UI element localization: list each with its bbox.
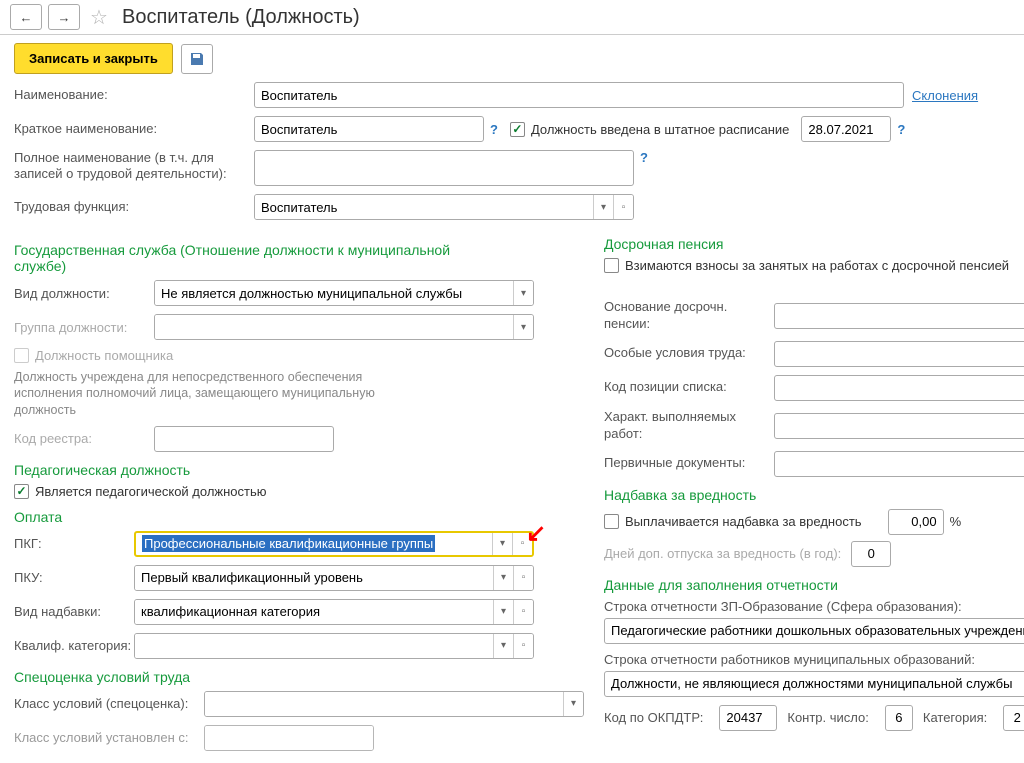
- bonus-type-label: Вид надбавки:: [14, 604, 134, 619]
- harm-value-input[interactable]: [888, 509, 944, 535]
- floppy-icon: [189, 51, 205, 67]
- open-button[interactable]: ▫: [513, 600, 533, 624]
- report-section-title: Данные для заполнения отчетности: [604, 577, 1024, 593]
- dropdown-button[interactable]: ▾: [563, 692, 583, 716]
- harm-days-input[interactable]: [851, 541, 891, 567]
- func-label: Трудовая функция:: [14, 199, 254, 215]
- staff-date-input[interactable]: [801, 116, 891, 142]
- full-name-label: Полное наименование (в т.ч. для записей …: [14, 150, 254, 181]
- pension-basis-input[interactable]: [774, 303, 1024, 329]
- declension-link[interactable]: Склонения: [912, 88, 978, 103]
- position-group-label: Группа должности:: [14, 320, 154, 335]
- cat-label: Категория:: [923, 710, 987, 725]
- spec-date-input[interactable]: [205, 726, 374, 750]
- ped-checkbox[interactable]: ✓: [14, 484, 29, 499]
- pension-code-label: Код позиции списка:: [604, 379, 774, 396]
- open-button[interactable]: ▫: [512, 533, 532, 555]
- helper-checkbox: [14, 348, 29, 363]
- open-button[interactable]: ▫: [613, 195, 633, 219]
- zp-label: Строка отчетности ЗП-Образование (Сфера …: [604, 599, 1024, 614]
- gov-section-title: Государственная служба (Отношение должно…: [14, 242, 494, 274]
- help-icon-3[interactable]: ?: [640, 150, 648, 165]
- qual-cat-label: Квалиф. категория:: [14, 638, 134, 653]
- favorite-star-icon[interactable]: ☆: [86, 4, 112, 30]
- mun-label: Строка отчетности работников муниципальн…: [604, 652, 1024, 667]
- staff-checkbox[interactable]: ✓: [510, 122, 525, 137]
- pku-input[interactable]: [135, 566, 493, 590]
- zp-input[interactable]: [604, 618, 1024, 644]
- staff-label: Должность введена в штатное расписание: [531, 122, 789, 137]
- dropdown-button[interactable]: ▾: [513, 281, 533, 305]
- form-title: Воспитатель (Должность): [122, 6, 360, 29]
- mun-input[interactable]: [604, 671, 1024, 697]
- pension-checkbox[interactable]: [604, 258, 619, 273]
- harm-days-label: Дней доп. отпуска за вредность (в год):: [604, 546, 841, 561]
- spec-section-title: Спецоценка условий труда: [14, 669, 584, 685]
- pension-cb-label: Взимаются взносы за занятых на работах с…: [625, 258, 1009, 273]
- okpdtr-input[interactable]: [719, 705, 777, 731]
- pku-label: ПКУ:: [14, 570, 134, 585]
- dropdown-button[interactable]: ▾: [593, 195, 613, 219]
- dropdown-button[interactable]: ▾: [513, 315, 533, 339]
- pension-cond-input[interactable]: [774, 341, 1024, 367]
- pct-label: %: [950, 514, 962, 529]
- dropdown-button[interactable]: ▾: [492, 533, 512, 555]
- harm-checkbox[interactable]: [604, 514, 619, 529]
- spec-class-label: Класс условий (спецоценка):: [14, 696, 204, 711]
- registry-input[interactable]: [154, 426, 334, 452]
- open-button[interactable]: ▫: [513, 634, 533, 658]
- forward-button[interactable]: →: [48, 4, 80, 30]
- registry-label: Код реестра:: [14, 431, 154, 446]
- help-icon-2[interactable]: ?: [897, 122, 905, 137]
- save-and-close-button[interactable]: Записать и закрыть: [14, 43, 173, 74]
- pension-cond-label: Особые условия труда:: [604, 345, 774, 362]
- helper-label: Должность помощника: [35, 348, 173, 363]
- bonus-type-input[interactable]: [135, 600, 493, 624]
- pension-code-input[interactable]: [774, 375, 1024, 401]
- pay-section-title: Оплата: [14, 509, 584, 525]
- func-input[interactable]: [255, 195, 593, 219]
- open-button[interactable]: ▫: [513, 566, 533, 590]
- ped-label: Является педагогической должностью: [35, 484, 267, 499]
- save-button[interactable]: [181, 44, 213, 74]
- spec-class-input[interactable]: [205, 692, 563, 716]
- full-name-input[interactable]: [254, 150, 634, 186]
- pkg-label: ПКГ:: [14, 536, 134, 551]
- ctrl-label: Контр. число:: [787, 710, 869, 725]
- position-group-input[interactable]: [155, 315, 513, 339]
- pension-work-label: Характ. выполняемых работ:: [604, 409, 774, 443]
- position-type-label: Вид должности:: [14, 286, 154, 301]
- helper-note: Должность учреждена для непосредственног…: [14, 369, 434, 418]
- name-input[interactable]: [254, 82, 904, 108]
- harm-cb-label: Выплачивается надбавка за вредность: [625, 514, 862, 529]
- qual-cat-input[interactable]: [135, 634, 493, 658]
- spec-date-label: Класс условий установлен с:: [14, 730, 204, 745]
- pension-section-title: Досрочная пенсия: [604, 236, 1024, 252]
- dropdown-button[interactable]: ▾: [493, 634, 513, 658]
- back-button[interactable]: ←: [10, 4, 42, 30]
- dropdown-button[interactable]: ▾: [493, 566, 513, 590]
- name-label: Наименование:: [14, 87, 254, 103]
- cat-input[interactable]: [1003, 705, 1024, 731]
- position-type-input[interactable]: [155, 281, 513, 305]
- pension-docs-input[interactable]: [774, 451, 1024, 477]
- short-name-label: Краткое наименование:: [14, 121, 254, 137]
- harm-section-title: Надбавка за вредность: [604, 487, 1024, 503]
- pension-basis-label: Основание досрочн. пенсии:: [604, 299, 774, 333]
- okpdtr-label: Код по ОКПДТР:: [604, 710, 703, 725]
- dropdown-button[interactable]: ▾: [493, 600, 513, 624]
- help-icon[interactable]: ?: [490, 122, 498, 137]
- pension-docs-label: Первичные документы:: [604, 455, 774, 472]
- ped-section-title: Педагогическая должность: [14, 462, 584, 478]
- pension-work-input[interactable]: [774, 413, 1024, 439]
- short-name-input[interactable]: [254, 116, 484, 142]
- ctrl-input[interactable]: [885, 705, 913, 731]
- pkg-input[interactable]: Профессиональные квалификационные группы: [136, 533, 492, 555]
